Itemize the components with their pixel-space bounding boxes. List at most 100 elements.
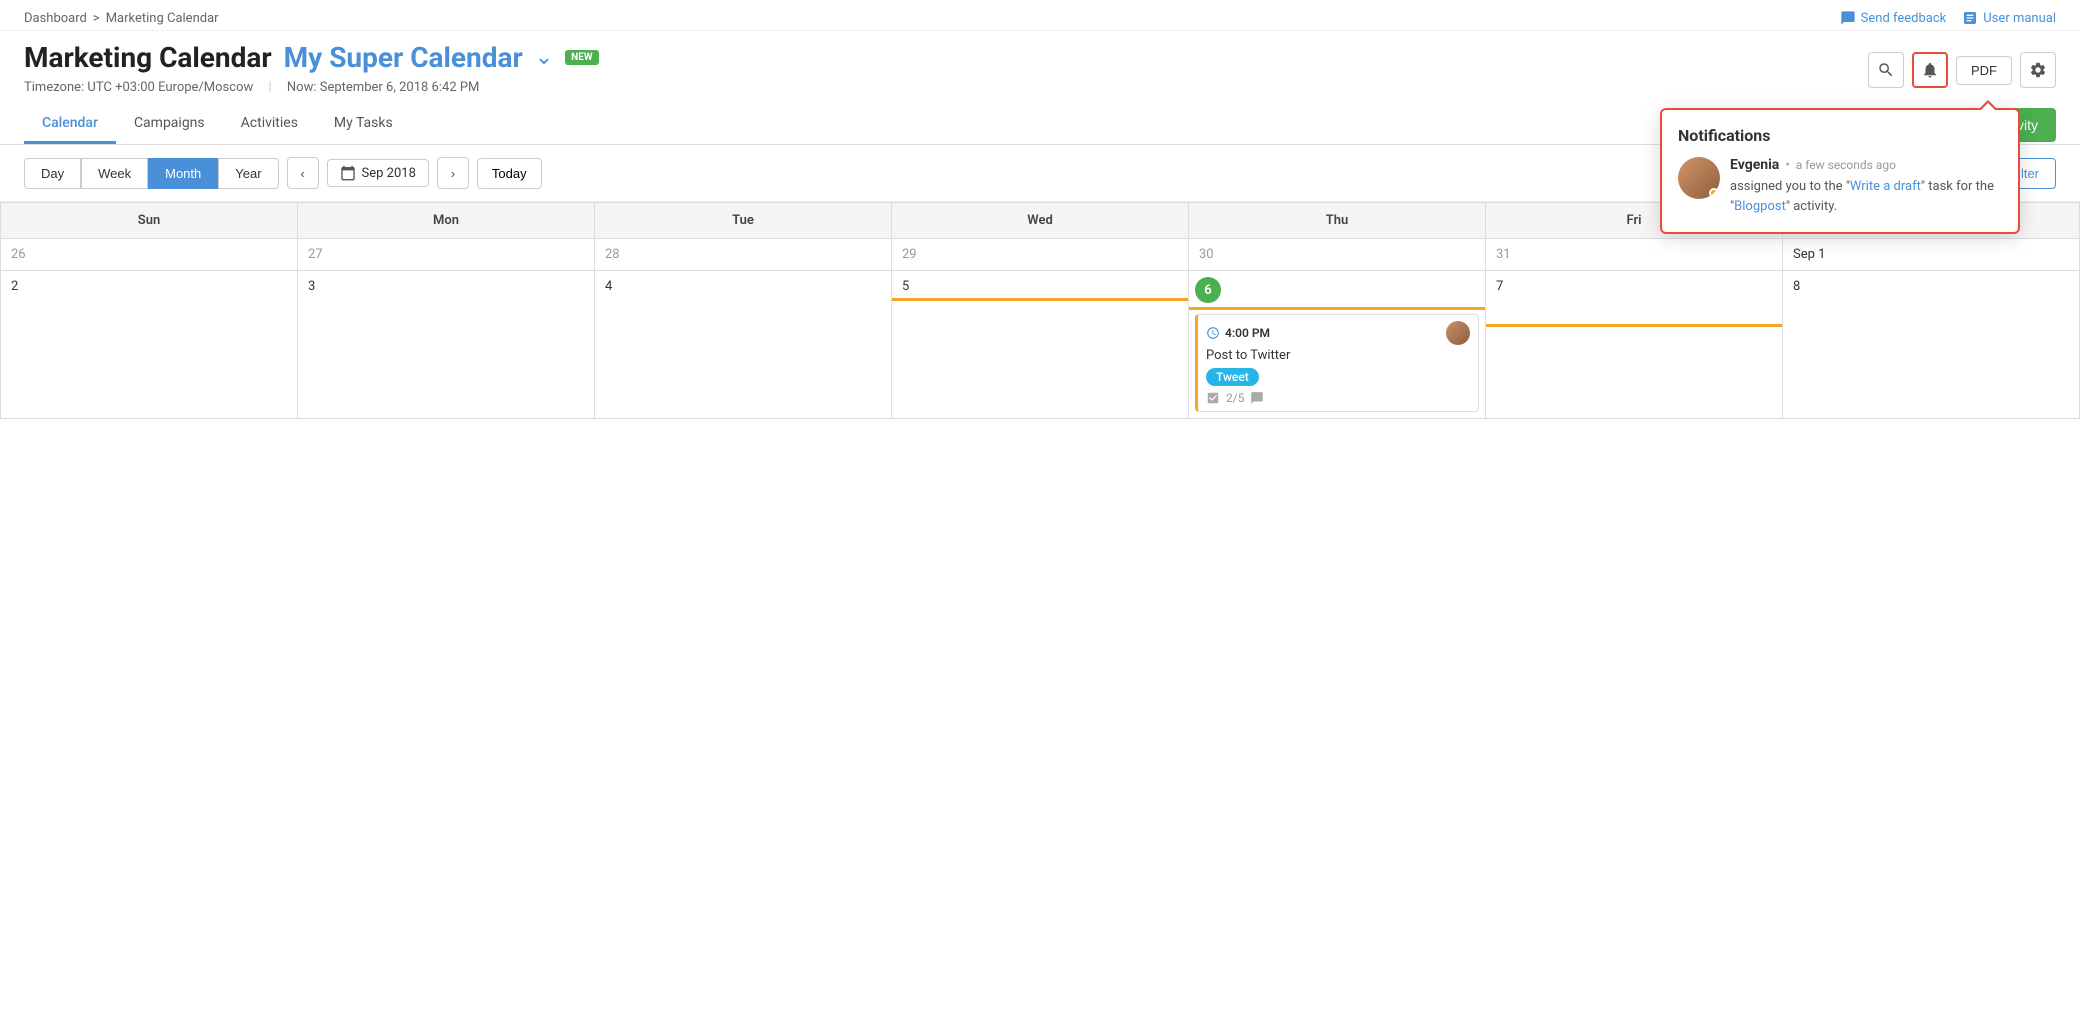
event-card[interactable]: 4:00 PM Post to Twitter Tweet 2 — [1195, 314, 1479, 412]
calendar-day-5[interactable]: 5 — [892, 271, 1189, 419]
notif-avatar-dot — [1709, 188, 1719, 198]
view-day-button[interactable]: Day — [24, 158, 81, 189]
pdf-button[interactable]: PDF — [1956, 56, 2012, 85]
notif-text: assigned you to the "Write a draft" task… — [1730, 177, 2002, 216]
user-manual-link[interactable]: User manual — [1962, 10, 2056, 26]
breadcrumb: Dashboard > Marketing Calendar — [24, 11, 219, 26]
new-badge: NEW — [565, 50, 598, 65]
comment-icon — [1250, 391, 1264, 405]
notif-time: a few seconds ago — [1796, 158, 1896, 172]
notif-avatar — [1678, 157, 1720, 199]
notification-popup: Notifications Evgenia • a few seconds ag… — [1660, 108, 2020, 234]
feedback-icon — [1840, 10, 1856, 26]
header-tue: Tue — [595, 203, 892, 239]
send-feedback-link[interactable]: Send feedback — [1840, 10, 1947, 26]
notifications-button[interactable] — [1912, 52, 1948, 88]
day-number: 7 — [1492, 277, 1776, 296]
day-number: 31 — [1492, 245, 1776, 264]
calendar-day-7[interactable]: 7 — [1486, 271, 1783, 419]
breadcrumb-current: Marketing Calendar — [106, 11, 219, 26]
gear-icon — [2029, 61, 2047, 79]
day-number: 4 — [601, 277, 885, 296]
notif-user-name: Evgenia — [1730, 157, 1779, 173]
calendar-name: My Super Calendar — [284, 41, 523, 74]
calendar-dropdown-arrow[interactable]: ⌄ — [535, 45, 553, 70]
calendar-week-row-2: 2 3 4 5 6 — [1, 271, 2080, 419]
event-line — [1486, 324, 1782, 327]
day-number: Sep 1 — [1789, 245, 2073, 264]
calendar-week-row: 26 27 28 29 30 31 Sep 1 — [1, 239, 2080, 271]
notification-item: Evgenia • a few seconds ago assigned you… — [1678, 157, 2002, 216]
calendar-day-27[interactable]: 27 — [298, 239, 595, 271]
notif-link-blogpost[interactable]: Blogpost — [1734, 199, 1786, 214]
calendar-day-3[interactable]: 3 — [298, 271, 595, 419]
notif-link-write-draft[interactable]: Write a draft — [1850, 179, 1921, 194]
timezone-info: Timezone: UTC +03:00 Europe/Moscow — [24, 80, 253, 95]
check-icon — [1206, 391, 1220, 405]
tab-my-tasks[interactable]: My Tasks — [316, 105, 411, 144]
tab-activities[interactable]: Activities — [223, 105, 316, 144]
notif-content: Evgenia • a few seconds ago assigned you… — [1730, 157, 2002, 216]
day-number: 29 — [898, 245, 1182, 264]
day-number: 8 — [1789, 277, 2073, 296]
header-sun: Sun — [1, 203, 298, 239]
day-number: 30 — [1195, 245, 1479, 264]
event-progress: 2/5 — [1226, 391, 1244, 405]
event-time-row: 4:00 PM — [1206, 321, 1470, 345]
current-period-display: Sep 2018 — [327, 159, 429, 187]
today-number: 6 — [1195, 277, 1221, 303]
calendar-day-sep1[interactable]: Sep 1 — [1783, 239, 2080, 271]
event-footer: 2/5 — [1206, 391, 1470, 405]
calendar-day-8[interactable]: 8 — [1783, 271, 2080, 419]
top-bar: Dashboard > Marketing Calendar Send feed… — [0, 0, 2080, 31]
search-button[interactable] — [1868, 52, 1904, 88]
notif-header: Evgenia • a few seconds ago — [1730, 157, 2002, 173]
calendar-grid: Sun Mon Tue Wed Thu Fri Sat 26 27 28 — [0, 202, 2080, 419]
calendar-day-4[interactable]: 4 — [595, 271, 892, 419]
calendar-day-26[interactable]: 26 — [1, 239, 298, 271]
breadcrumb-home[interactable]: Dashboard — [24, 11, 87, 26]
search-icon — [1877, 61, 1895, 79]
header-wed: Wed — [892, 203, 1189, 239]
event-line — [1189, 307, 1485, 310]
day-number: 5 — [898, 277, 1182, 296]
bell-icon — [1921, 61, 1939, 79]
view-year-button[interactable]: Year — [218, 158, 278, 189]
day-number: 3 — [304, 277, 588, 296]
clock-icon — [1206, 326, 1220, 340]
calendar-day-31[interactable]: 31 — [1486, 239, 1783, 271]
calendar-day-6-today[interactable]: 6 4:00 PM — [1189, 271, 1486, 419]
settings-button[interactable] — [2020, 52, 2056, 88]
today-button[interactable]: Today — [477, 158, 542, 189]
now-info: Now: September 6, 2018 6:42 PM — [287, 80, 480, 95]
calendar-day-30[interactable]: 30 — [1189, 239, 1486, 271]
page-title: Marketing Calendar — [24, 41, 272, 74]
calendar-day-29[interactable]: 29 — [892, 239, 1189, 271]
event-avatar — [1446, 321, 1470, 345]
tab-calendar[interactable]: Calendar — [24, 105, 116, 144]
event-title: Post to Twitter — [1206, 348, 1470, 363]
day-number: 28 — [601, 245, 885, 264]
calendar-day-28[interactable]: 28 — [595, 239, 892, 271]
header-thu: Thu — [1189, 203, 1486, 239]
notification-title: Notifications — [1678, 126, 2002, 145]
manual-icon — [1962, 10, 1978, 26]
calendar-icon — [340, 165, 356, 181]
header-actions: PDF — [1868, 52, 2056, 88]
page-subtitle: Timezone: UTC +03:00 Europe/Moscow | Now… — [0, 80, 2080, 105]
tab-campaigns[interactable]: Campaigns — [116, 105, 223, 144]
top-bar-actions: Send feedback User manual — [1840, 10, 2056, 26]
prev-period-button[interactable]: ‹ — [287, 157, 319, 189]
breadcrumb-sep: > — [93, 11, 100, 26]
page-header: Marketing Calendar My Super Calendar ⌄ N… — [0, 31, 2080, 80]
view-month-button[interactable]: Month — [148, 158, 218, 189]
next-period-button[interactable]: › — [437, 157, 469, 189]
event-line — [892, 298, 1188, 301]
header-mon: Mon — [298, 203, 595, 239]
view-toggle-group: Day Week Month Year — [24, 158, 279, 189]
day-number: 2 — [7, 277, 291, 296]
calendar-day-2[interactable]: 2 — [1, 271, 298, 419]
event-time-label: 4:00 PM — [1225, 326, 1270, 340]
period-label: Sep 2018 — [362, 166, 416, 181]
view-week-button[interactable]: Week — [81, 158, 148, 189]
